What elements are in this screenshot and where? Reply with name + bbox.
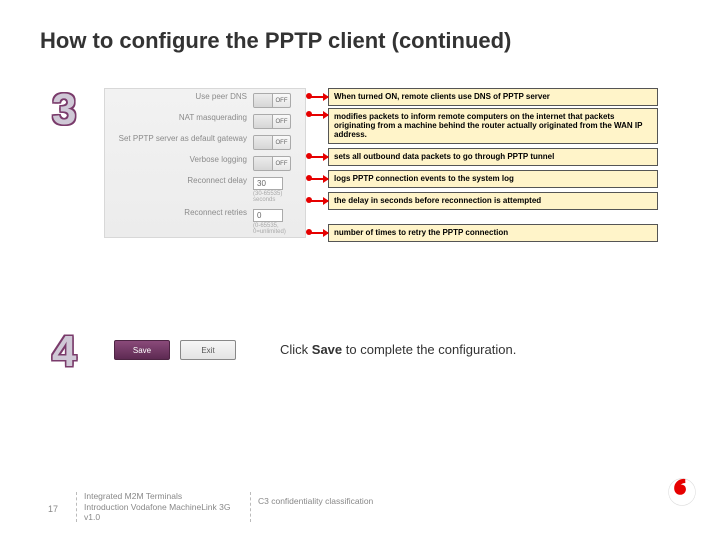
arrow-icon bbox=[308, 114, 328, 116]
toggle-verbose[interactable]: OFF bbox=[253, 156, 291, 171]
save-button[interactable]: Save bbox=[114, 340, 170, 360]
footer-col-2: C3 confidentiality classification bbox=[258, 496, 373, 506]
step4-bold: Save bbox=[312, 342, 342, 357]
hint-reconnect-retries: (0-65535, 0=unlimited) bbox=[253, 223, 299, 235]
step-number-4: 4 bbox=[52, 330, 76, 374]
callout-nat: modifies packets to inform remote comput… bbox=[328, 108, 658, 144]
vodafone-logo-icon bbox=[668, 478, 696, 506]
callouts: When turned ON, remote clients use DNS o… bbox=[308, 86, 658, 244]
callout-row: When turned ON, remote clients use DNS o… bbox=[308, 86, 658, 108]
footer-separator bbox=[76, 492, 77, 522]
page-title: How to configure the PPTP client (contin… bbox=[40, 28, 511, 54]
callout-reconnect-delay: the delay in seconds before reconnection… bbox=[328, 192, 658, 209]
cfg-label: NAT masquerading bbox=[111, 114, 253, 123]
step-number-3: 3 bbox=[52, 88, 76, 132]
toggle-knob bbox=[254, 157, 273, 170]
cfg-label: Set PPTP server as default gateway bbox=[111, 135, 253, 144]
exit-button[interactable]: Exit bbox=[180, 340, 236, 360]
callout-row: the delay in seconds before reconnection… bbox=[308, 190, 658, 212]
toggle-state: OFF bbox=[273, 136, 290, 149]
callout-row: logs PPTP connection events to the syste… bbox=[308, 168, 658, 190]
toggle-peer-dns[interactable]: OFF bbox=[253, 93, 291, 108]
cfg-row-peer-dns: Use peer DNS OFF bbox=[105, 89, 305, 110]
callout-row: sets all outbound data packets to go thr… bbox=[308, 146, 658, 168]
footer: 17 Integrated M2M Terminals Introduction… bbox=[0, 488, 720, 522]
callout-verbose: logs PPTP connection events to the syste… bbox=[328, 170, 658, 187]
toggle-knob bbox=[254, 94, 273, 107]
step4-pre: Click bbox=[280, 342, 312, 357]
toggle-state: OFF bbox=[273, 115, 290, 128]
callout-row: number of times to retry the PPTP connec… bbox=[308, 222, 658, 244]
cfg-label: Reconnect delay bbox=[111, 177, 253, 186]
input-reconnect-retries[interactable] bbox=[253, 209, 283, 222]
callout-default-gw: sets all outbound data packets to go thr… bbox=[328, 148, 658, 165]
step4-instruction: Click Save to complete the configuration… bbox=[280, 342, 516, 357]
step4-post: to complete the configuration. bbox=[342, 342, 516, 357]
footer-line2: Introduction Vodafone MachineLink 3G v1.… bbox=[84, 502, 244, 522]
callout-peer-dns: When turned ON, remote clients use DNS o… bbox=[328, 88, 658, 105]
config-panel: Use peer DNS OFF NAT masquerading OFF Se… bbox=[104, 88, 306, 238]
input-reconnect-delay[interactable] bbox=[253, 177, 283, 190]
button-bar: Save Exit bbox=[114, 340, 236, 360]
toggle-knob bbox=[254, 136, 273, 149]
cfg-row-reconnect-retries: Reconnect retries (0-65535, 0=unlimited) bbox=[105, 205, 305, 237]
cfg-label: Verbose logging bbox=[111, 156, 253, 165]
cfg-label: Use peer DNS bbox=[111, 93, 253, 102]
page-number: 17 bbox=[48, 504, 58, 514]
toggle-default-gw[interactable]: OFF bbox=[253, 135, 291, 150]
toggle-state: OFF bbox=[273, 157, 290, 170]
toggle-knob bbox=[254, 115, 273, 128]
arrow-icon bbox=[308, 232, 328, 234]
arrow-icon bbox=[308, 96, 328, 98]
footer-separator bbox=[250, 492, 251, 522]
callout-reconnect-retries: number of times to retry the PPTP connec… bbox=[328, 224, 658, 241]
cfg-label: Reconnect retries bbox=[111, 209, 253, 218]
arrow-icon bbox=[308, 200, 328, 202]
hint-reconnect-delay: (30-65535) seconds bbox=[253, 191, 299, 203]
toggle-nat[interactable]: OFF bbox=[253, 114, 291, 129]
arrow-icon bbox=[308, 156, 328, 158]
footer-line1: Integrated M2M Terminals bbox=[84, 491, 244, 501]
arrow-icon bbox=[308, 178, 328, 180]
footer-col-1: Integrated M2M Terminals Introduction Vo… bbox=[84, 491, 244, 522]
cfg-row-verbose: Verbose logging OFF bbox=[105, 152, 305, 173]
callout-row: modifies packets to inform remote comput… bbox=[308, 108, 658, 141]
cfg-row-default-gw: Set PPTP server as default gateway OFF bbox=[105, 131, 305, 152]
toggle-state: OFF bbox=[273, 94, 290, 107]
cfg-row-nat: NAT masquerading OFF bbox=[105, 110, 305, 131]
cfg-row-reconnect-delay: Reconnect delay (30-65535) seconds bbox=[105, 173, 305, 205]
